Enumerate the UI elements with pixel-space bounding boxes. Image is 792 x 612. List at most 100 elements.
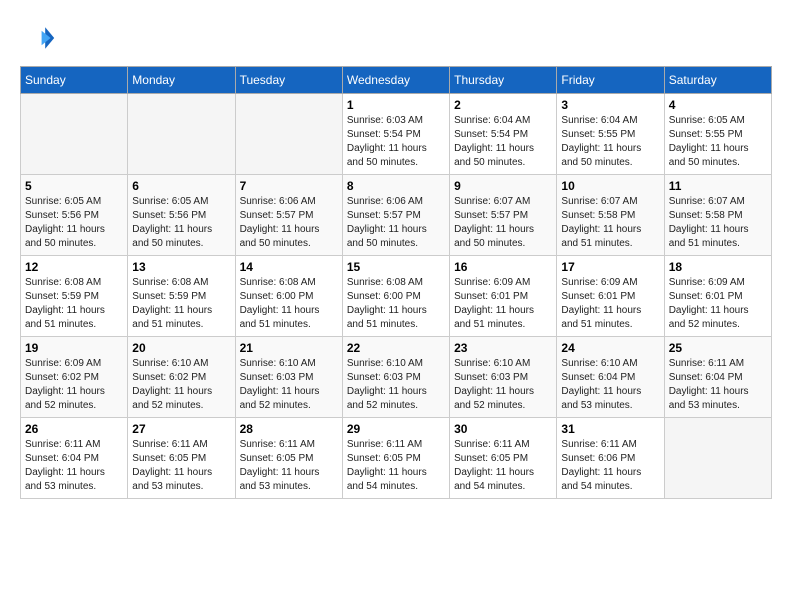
day-number: 8 [347, 179, 445, 193]
calendar-day-cell [235, 94, 342, 175]
day-info: Sunrise: 6:11 AMSunset: 6:05 PMDaylight:… [347, 438, 445, 494]
day-number: 17 [561, 260, 659, 274]
day-number: 20 [132, 341, 230, 355]
calendar-day-cell: 12 Sunrise: 6:08 AMSunset: 5:59 PMDayligh… [21, 256, 128, 337]
calendar-week-row: 26 Sunrise: 6:11 AMSunset: 6:04 PMDayligh… [21, 418, 772, 499]
calendar-week-row: 12 Sunrise: 6:08 AMSunset: 5:59 PMDayligh… [21, 256, 772, 337]
day-info: Sunrise: 6:05 AMSunset: 5:56 PMDaylight:… [132, 195, 230, 251]
day-info: Sunrise: 6:05 AMSunset: 5:55 PMDaylight:… [669, 114, 767, 170]
calendar-week-row: 19Sunrise: 6:09 AMSunset: 6:02 PMDayligh… [21, 337, 772, 418]
day-info: Sunrise: 6:11 AMSunset: 6:04 PMDaylight:… [25, 438, 123, 494]
calendar-day-cell: 4 Sunrise: 6:05 AMSunset: 5:55 PMDaylight… [664, 94, 771, 175]
day-number: 29 [347, 422, 445, 436]
logo [20, 20, 60, 56]
day-number: 10 [561, 179, 659, 193]
day-number: 6 [132, 179, 230, 193]
day-number: 12 [25, 260, 123, 274]
day-number: 27 [132, 422, 230, 436]
page-header [20, 20, 772, 56]
day-info: Sunrise: 6:09 AMSunset: 6:02 PMDaylight:… [25, 357, 123, 413]
day-of-week-header: Monday [128, 67, 235, 94]
day-of-week-header: Saturday [664, 67, 771, 94]
day-number: 18 [669, 260, 767, 274]
calendar-day-cell: 3 Sunrise: 6:04 AMSunset: 5:55 PMDaylight… [557, 94, 664, 175]
day-number: 14 [240, 260, 338, 274]
day-number: 28 [240, 422, 338, 436]
day-info: Sunrise: 6:03 AMSunset: 5:54 PMDaylight:… [347, 114, 445, 170]
day-number: 25 [669, 341, 767, 355]
day-of-week-header: Tuesday [235, 67, 342, 94]
calendar-day-cell: 11 Sunrise: 6:07 AMSunset: 5:58 PMDayligh… [664, 175, 771, 256]
day-info: Sunrise: 6:04 AMSunset: 5:54 PMDaylight:… [454, 114, 552, 170]
day-number: 5 [25, 179, 123, 193]
calendar-day-cell [664, 418, 771, 499]
day-info: Sunrise: 6:08 AMSunset: 6:00 PMDaylight:… [240, 276, 338, 332]
day-info: Sunrise: 6:07 AMSunset: 5:58 PMDaylight:… [669, 195, 767, 251]
calendar-day-cell: 1Sunrise: 6:03 AMSunset: 5:54 PMDaylight… [342, 94, 449, 175]
day-info: Sunrise: 6:07 AMSunset: 5:57 PMDaylight:… [454, 195, 552, 251]
calendar-day-cell: 10 Sunrise: 6:07 AMSunset: 5:58 PMDayligh… [557, 175, 664, 256]
day-number: 21 [240, 341, 338, 355]
day-info: Sunrise: 6:08 AMSunset: 5:59 PMDaylight:… [25, 276, 123, 332]
calendar-day-cell: 30Sunrise: 6:11 AMSunset: 6:05 PMDayligh… [450, 418, 557, 499]
day-info: Sunrise: 6:10 AMSunset: 6:04 PMDaylight:… [561, 357, 659, 413]
day-info: Sunrise: 6:09 AMSunset: 6:01 PMDaylight:… [454, 276, 552, 332]
day-number: 22 [347, 341, 445, 355]
calendar-week-row: 5 Sunrise: 6:05 AMSunset: 5:56 PMDaylight… [21, 175, 772, 256]
day-number: 13 [132, 260, 230, 274]
calendar-day-cell: 26 Sunrise: 6:11 AMSunset: 6:04 PMDayligh… [21, 418, 128, 499]
calendar-day-cell: 6 Sunrise: 6:05 AMSunset: 5:56 PMDaylight… [128, 175, 235, 256]
day-info: Sunrise: 6:05 AMSunset: 5:56 PMDaylight:… [25, 195, 123, 251]
day-number: 2 [454, 98, 552, 112]
day-number: 30 [454, 422, 552, 436]
day-number: 24 [561, 341, 659, 355]
day-of-week-header: Wednesday [342, 67, 449, 94]
day-number: 16 [454, 260, 552, 274]
calendar-body: 1Sunrise: 6:03 AMSunset: 5:54 PMDaylight… [21, 94, 772, 499]
calendar-day-cell: 8 Sunrise: 6:06 AMSunset: 5:57 PMDaylight… [342, 175, 449, 256]
days-of-week-row: SundayMondayTuesdayWednesdayThursdayFrid… [21, 67, 772, 94]
calendar-day-cell: 15 Sunrise: 6:08 AMSunset: 6:00 PMDayligh… [342, 256, 449, 337]
calendar-day-cell: 31 Sunrise: 6:11 AMSunset: 6:06 PMDayligh… [557, 418, 664, 499]
calendar-day-cell: 16 Sunrise: 6:09 AMSunset: 6:01 PMDayligh… [450, 256, 557, 337]
calendar-day-cell: 19Sunrise: 6:09 AMSunset: 6:02 PMDayligh… [21, 337, 128, 418]
day-info: Sunrise: 6:07 AMSunset: 5:58 PMDaylight:… [561, 195, 659, 251]
day-of-week-header: Thursday [450, 67, 557, 94]
calendar-day-cell: 18 Sunrise: 6:09 AMSunset: 6:01 PMDayligh… [664, 256, 771, 337]
day-number: 15 [347, 260, 445, 274]
calendar-table: SundayMondayTuesdayWednesdayThursdayFrid… [20, 66, 772, 499]
calendar-day-cell: 20 Sunrise: 6:10 AMSunset: 6:02 PMDayligh… [128, 337, 235, 418]
day-info: Sunrise: 6:11 AMSunset: 6:05 PMDaylight:… [240, 438, 338, 494]
calendar-day-cell: 25 Sunrise: 6:11 AMSunset: 6:04 PMDayligh… [664, 337, 771, 418]
day-info: Sunrise: 6:10 AMSunset: 6:03 PMDaylight:… [454, 357, 552, 413]
day-info: Sunrise: 6:10 AMSunset: 6:03 PMDaylight:… [240, 357, 338, 413]
calendar-day-cell: 23 Sunrise: 6:10 AMSunset: 6:03 PMDayligh… [450, 337, 557, 418]
day-info: Sunrise: 6:10 AMSunset: 6:02 PMDaylight:… [132, 357, 230, 413]
day-number: 7 [240, 179, 338, 193]
calendar-day-cell: 2 Sunrise: 6:04 AMSunset: 5:54 PMDaylight… [450, 94, 557, 175]
day-info: Sunrise: 6:11 AMSunset: 6:05 PMDaylight:… [132, 438, 230, 494]
calendar-day-cell: 13 Sunrise: 6:08 AMSunset: 5:59 PMDayligh… [128, 256, 235, 337]
day-info: Sunrise: 6:11 AMSunset: 6:04 PMDaylight:… [669, 357, 767, 413]
day-of-week-header: Friday [557, 67, 664, 94]
day-info: Sunrise: 6:06 AMSunset: 5:57 PMDaylight:… [347, 195, 445, 251]
day-number: 23 [454, 341, 552, 355]
day-number: 26 [25, 422, 123, 436]
calendar-week-row: 1Sunrise: 6:03 AMSunset: 5:54 PMDaylight… [21, 94, 772, 175]
day-info: Sunrise: 6:08 AMSunset: 5:59 PMDaylight:… [132, 276, 230, 332]
day-info: Sunrise: 6:04 AMSunset: 5:55 PMDaylight:… [561, 114, 659, 170]
day-info: Sunrise: 6:11 AMSunset: 6:06 PMDaylight:… [561, 438, 659, 494]
day-info: Sunrise: 6:08 AMSunset: 6:00 PMDaylight:… [347, 276, 445, 332]
calendar-day-cell [21, 94, 128, 175]
calendar-day-cell: 24 Sunrise: 6:10 AMSunset: 6:04 PMDayligh… [557, 337, 664, 418]
calendar-day-cell: 7Sunrise: 6:06 AMSunset: 5:57 PMDaylight… [235, 175, 342, 256]
calendar-day-cell: 27 Sunrise: 6:11 AMSunset: 6:05 PMDayligh… [128, 418, 235, 499]
day-info: Sunrise: 6:09 AMSunset: 6:01 PMDaylight:… [669, 276, 767, 332]
logo-icon [20, 20, 56, 56]
calendar-day-cell: 29 Sunrise: 6:11 AMSunset: 6:05 PMDayligh… [342, 418, 449, 499]
day-number: 4 [669, 98, 767, 112]
day-number: 31 [561, 422, 659, 436]
day-info: Sunrise: 6:09 AMSunset: 6:01 PMDaylight:… [561, 276, 659, 332]
day-number: 3 [561, 98, 659, 112]
day-number: 11 [669, 179, 767, 193]
